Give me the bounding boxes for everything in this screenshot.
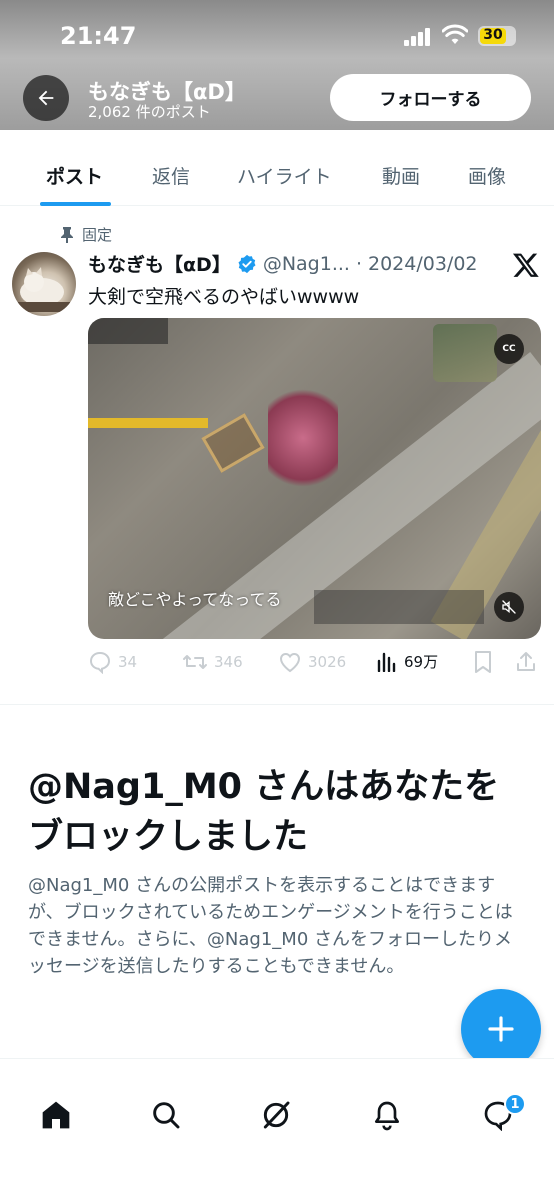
battery-icon: 30 [478,26,516,46]
video-hud-bottom [314,590,484,624]
reply-action[interactable]: 34 [88,650,137,674]
blocked-description: @Nag1_M0 さんの公開ポストを表示することはできますが、ブロックされている… [28,875,513,977]
profile-header: 21:47 30 もなぎも【αD】 2,062 件のポスト フォローする [0,0,554,130]
active-tab-indicator [40,202,111,206]
speaker-muted-icon [502,600,516,614]
video-scene-character [268,378,338,498]
mute-button[interactable] [494,592,524,622]
tab-videos[interactable]: 動画 [382,162,420,189]
view-count: 69万 [404,652,439,671]
views-action[interactable]: 69万 [376,650,438,672]
tab-images[interactable]: 画像 [468,162,506,189]
tab-highlights[interactable]: ハイライト [237,162,332,189]
verified-badge-icon [238,254,256,273]
captions-button[interactable]: CC [494,334,524,364]
status-time: 21:47 [60,22,137,50]
post-text: 大剣で空飛べるのやばいwwww [88,286,360,308]
post-separator: · [355,252,362,275]
grok-icon [263,1101,290,1129]
share-icon [517,652,535,671]
bottom-navigation [0,1059,554,1199]
post-actions: 34 346 3026 69万 [88,650,542,680]
plus-icon [488,1016,514,1042]
repost-icon [183,655,207,669]
back-button[interactable] [23,75,69,121]
bookmark-icon [475,651,491,673]
notifications-icon [375,1101,399,1131]
search-icon [153,1102,180,1129]
pinned-indicator: 固定 [60,224,112,245]
x-logo-icon [512,253,539,277]
repost-action[interactable]: 346 [182,650,243,674]
nav-grok[interactable] [258,1097,294,1133]
post-count: 2,062 件のポスト [88,103,211,121]
status-bar: 21:47 30 [0,0,554,70]
video-minimap [433,324,497,382]
nav-search[interactable] [148,1097,184,1133]
pin-icon [61,226,73,243]
wifi-icon [442,24,468,44]
like-count: 3026 [308,653,347,671]
home-icon [42,1101,70,1129]
arrow-left-icon [38,90,54,106]
section-divider [0,704,554,705]
bookmark-action[interactable] [472,650,494,674]
follow-button[interactable]: フォローする [330,74,531,121]
blocked-title: @Nag1_M0 さんはあなたをブロックしました [28,767,500,857]
video-hud-top [88,318,168,344]
cat-avatar-image [18,267,70,312]
post-date[interactable]: 2024/03/02 [368,253,478,275]
post-author-handle[interactable]: @Nag1... [263,253,350,275]
nav-notifications[interactable] [369,1097,405,1133]
repost-count: 346 [214,653,243,671]
post-header: もなぎも【αD】 @Nag1... · 2024/03/02 [88,250,478,277]
tab-replies[interactable]: 返信 [152,162,190,189]
analytics-icon [377,652,396,672]
heart-icon [279,652,301,673]
battery-level: 30 [483,27,503,43]
post-author-name[interactable]: もなぎも【αD】 [88,250,231,277]
reply-icon [89,651,111,674]
video-scene-marker [88,418,208,428]
pinned-label: 固定 [82,226,113,244]
post-video[interactable]: CC 敵どこやよってなってる [88,318,541,639]
like-action[interactable]: 3026 [278,650,346,674]
compose-post-button[interactable] [461,989,541,1069]
cellular-signal-icon [404,28,434,46]
share-action[interactable] [514,650,538,674]
reply-count: 34 [118,653,138,671]
author-avatar[interactable] [12,252,76,316]
messages-badge: 1 [504,1093,526,1115]
tab-posts[interactable]: ポスト [46,162,103,189]
video-scene-crate [201,413,265,473]
video-caption-text: 敵どこやよってなってる [108,590,282,609]
profile-tabs: ポスト 返信 ハイライト 動画 画像 [0,130,554,206]
nav-home[interactable] [38,1097,74,1133]
